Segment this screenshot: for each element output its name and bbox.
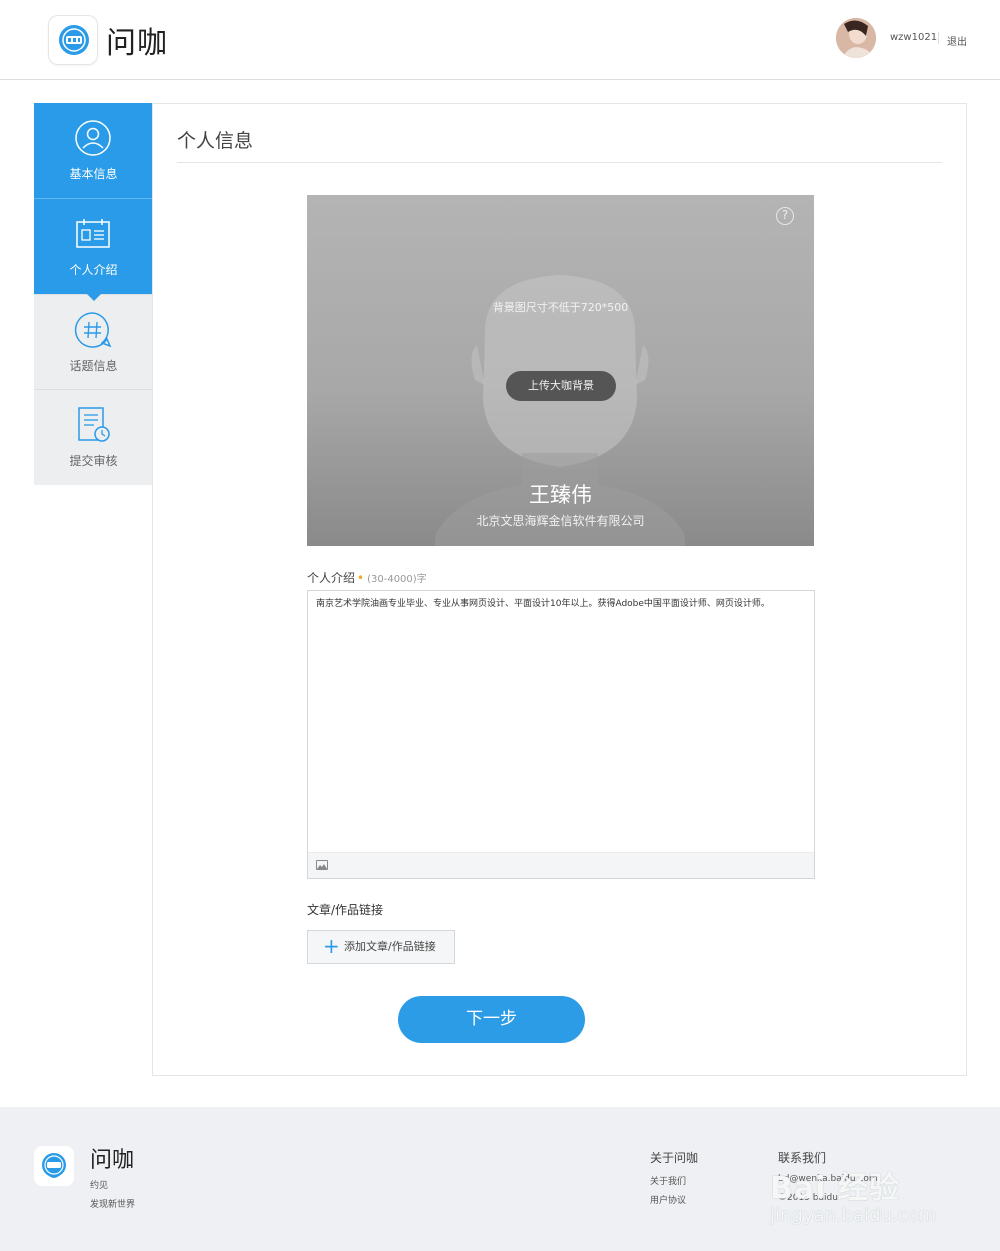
footer-slogan-1: 约见 xyxy=(90,1181,109,1191)
watermark-url: jingyan.baidu.com xyxy=(770,1205,937,1226)
required-mark: • xyxy=(357,571,365,585)
logout-link[interactable]: 退出 xyxy=(947,33,967,48)
calendar-card-icon xyxy=(76,219,110,248)
footer-app-name: 问咖 xyxy=(90,1148,135,1173)
main-panel: 个人信息 ? 背景图尺寸不低于720*500 上传大咖背景 王臻伟 北京文思海辉… xyxy=(152,103,967,1076)
avatar[interactable] xyxy=(836,18,876,58)
background-size-hint: 背景图尺寸不低于720*500 xyxy=(492,301,629,314)
intro-label-text: 个人介绍 xyxy=(307,571,356,585)
hashtag-chat-icon xyxy=(74,312,112,348)
sidebar-item-topics[interactable]: 话题信息 xyxy=(34,294,153,390)
sidebar-item-intro[interactable]: 个人介绍 xyxy=(34,199,153,295)
length-hint: (30-4000)字 xyxy=(367,574,427,585)
username[interactable]: wzw1021 xyxy=(890,32,937,43)
editor-toolbar xyxy=(308,852,814,878)
document-clock-icon xyxy=(78,407,110,442)
upload-background-button[interactable]: 上传大咖背景 xyxy=(506,371,616,401)
sidebar-item-submit-review[interactable]: 提交审核 xyxy=(34,389,153,485)
intro-field-label: 个人介绍 • (30-4000)字 xyxy=(307,569,427,586)
app-logo-icon[interactable] xyxy=(48,15,98,65)
plus-icon: + xyxy=(323,934,340,958)
footer-link-about-us[interactable]: 关于我们 xyxy=(650,1174,686,1187)
divider xyxy=(938,32,939,44)
links-field-label: 文章/作品链接 xyxy=(307,903,384,917)
profile-name: 王臻伟 xyxy=(529,483,592,507)
footer-logo-icon[interactable] xyxy=(34,1146,74,1186)
sidebar: 基本信息 个人介绍 话题信息 提交审核 xyxy=(34,103,153,485)
footer-link-user-agreement[interactable]: 用户协议 xyxy=(650,1193,686,1206)
sidebar-item-label: 提交审核 xyxy=(69,454,118,468)
background-banner: ? 背景图尺寸不低于720*500 上传大咖背景 王臻伟 北京文思海辉金信软件有… xyxy=(307,195,814,546)
help-icon[interactable]: ? xyxy=(776,207,794,225)
user-icon xyxy=(75,120,111,156)
add-link-button[interactable]: + 添加文章/作品链接 xyxy=(307,930,455,964)
sidebar-item-label: 个人介绍 xyxy=(69,263,118,277)
watermark-logo: Bai 经验 xyxy=(770,1171,900,1206)
sidebar-item-basic-info[interactable]: 基本信息 xyxy=(34,103,153,199)
top-header: 问咖 wzw1021 退出 xyxy=(0,0,1000,80)
intro-editor: 南京艺术学院油画专业毕业、专业从事网页设计、平面设计10年以上。获得Adobe中… xyxy=(307,590,815,879)
next-step-button[interactable]: 下一步 xyxy=(398,996,585,1043)
app-name: 问咖 xyxy=(106,26,168,61)
profile-company: 北京文思海辉金信软件有限公司 xyxy=(476,514,645,528)
sidebar-item-label: 基本信息 xyxy=(69,167,118,181)
add-link-label: 添加文章/作品链接 xyxy=(344,940,436,953)
active-notch xyxy=(87,294,101,301)
footer-slogan-2: 发现新世界 xyxy=(90,1200,136,1210)
intro-textarea[interactable]: 南京艺术学院油画专业毕业、专业从事网页设计、平面设计10年以上。获得Adobe中… xyxy=(316,598,806,780)
footer-about-heading: 关于问咖 xyxy=(650,1151,699,1165)
sidebar-item-label: 话题信息 xyxy=(69,359,118,373)
divider xyxy=(177,162,942,163)
insert-image-icon[interactable] xyxy=(316,860,328,870)
page-title: 个人信息 xyxy=(177,130,254,152)
